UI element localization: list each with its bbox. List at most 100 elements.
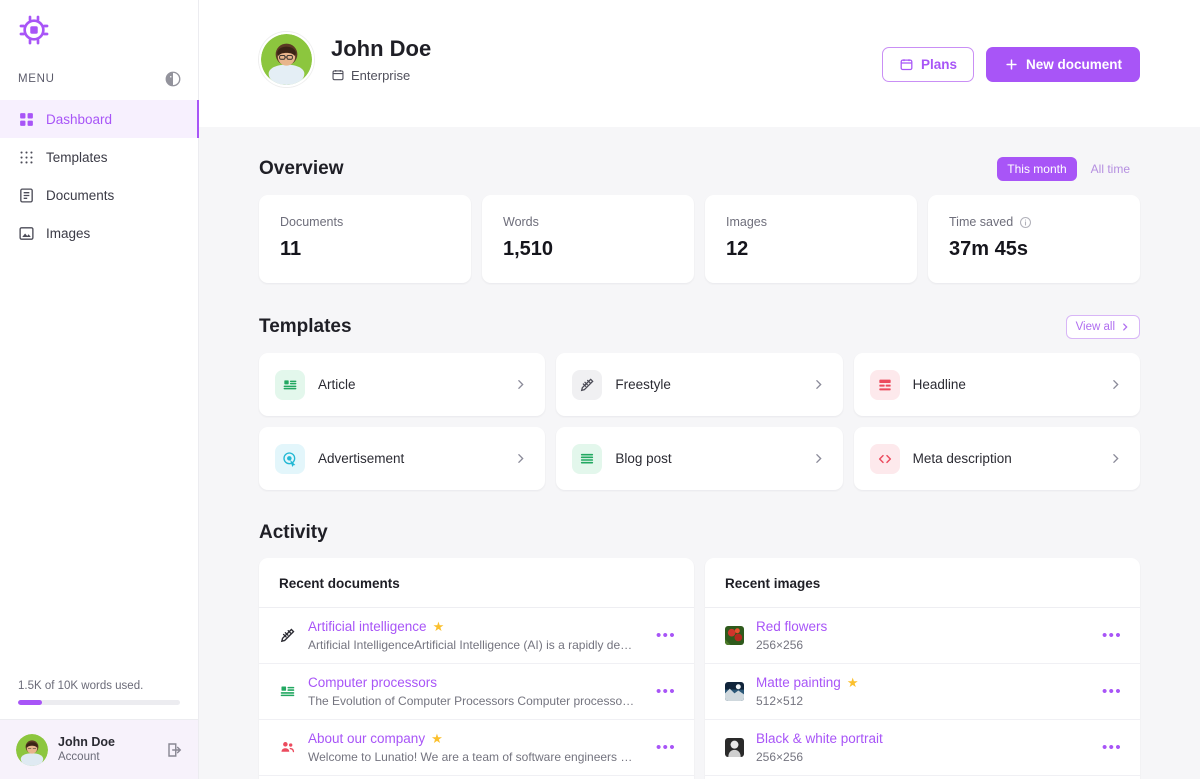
- stat-label: Images: [726, 215, 896, 229]
- stat-card-words: Words 1,510: [482, 195, 694, 283]
- list-item[interactable]: Artificial intelligence ★ Artificial Int…: [259, 608, 694, 664]
- range-all-time[interactable]: All time: [1081, 157, 1140, 181]
- activity-title: Activity: [259, 522, 328, 543]
- overview-range-toggle: This month All time: [997, 157, 1140, 181]
- image-icon: [19, 226, 34, 240]
- contrast-theme-icon[interactable]: [164, 70, 182, 88]
- plans-button-label: Plans: [920, 57, 957, 72]
- panel-title: Recent documents: [259, 558, 694, 608]
- list-item-body: Computer processors The Evolution of Com…: [308, 675, 638, 708]
- view-all-label: View all: [1075, 321, 1115, 333]
- list-item[interactable]: Black & white portrait 256×256 •••: [705, 720, 1140, 776]
- logo-container[interactable]: [0, 0, 198, 60]
- list-item-title-row: Black & white portrait: [756, 731, 1084, 746]
- sidebar-item-documents[interactable]: Documents: [0, 176, 198, 214]
- more-dots-icon[interactable]: •••: [1096, 684, 1122, 699]
- stat-value: 11: [280, 238, 302, 260]
- chevron-right-icon: [518, 380, 524, 389]
- template-icon-wrap: [275, 369, 305, 400]
- sidebar-item-templates[interactable]: Templates: [0, 138, 198, 176]
- plans-button[interactable]: Plans: [881, 47, 974, 82]
- chevron-right-icon: [815, 454, 822, 463]
- list-item-title: Artificial intelligence: [308, 619, 427, 634]
- logout-icon[interactable]: [166, 741, 184, 759]
- document-icon: [20, 187, 33, 203]
- account-text: John Doe Account: [58, 735, 156, 765]
- bw-portrait-thumb: [725, 738, 744, 757]
- info-icon[interactable]: [1019, 216, 1032, 229]
- list-item-body: Red flowers 256×256: [756, 619, 1084, 652]
- chevron-right-icon: [1113, 454, 1119, 463]
- thumbnail-image: [725, 682, 744, 701]
- word-usage-bar: [18, 700, 180, 705]
- app-root: MENU Dashboard Templates Documents Image…: [0, 0, 1200, 779]
- page-title: John Doe: [331, 36, 432, 62]
- template-icon-wrap: [275, 443, 305, 474]
- sidebar-item-images[interactable]: Images: [0, 214, 198, 252]
- new-document-button[interactable]: New document: [985, 47, 1140, 82]
- template-label: Advertisement: [318, 451, 405, 466]
- list-item[interactable]: Red flowers 256×256 •••: [705, 608, 1140, 664]
- lines-icon: [581, 453, 594, 463]
- list-item-body: Artificial intelligence ★ Artificial Int…: [308, 619, 638, 652]
- list-item-subtitle: Artificial IntelligenceArtificial Intell…: [308, 638, 633, 652]
- sidebar-item-label: Images: [46, 225, 91, 241]
- code-icon: [878, 454, 891, 463]
- star-icon: ★: [846, 675, 859, 690]
- account-row[interactable]: John Doe Account: [0, 719, 198, 779]
- view-all-templates-button[interactable]: View all: [1065, 315, 1140, 339]
- list-item[interactable]: Matte painting ★ 512×512 •••: [705, 664, 1140, 720]
- article-icon: [280, 686, 295, 697]
- article-icon: [283, 379, 297, 389]
- matte-painting-thumb: [725, 682, 744, 701]
- word-usage-text: 1.5K of 10K words used.: [18, 680, 144, 692]
- stat-label: Words: [503, 215, 673, 229]
- list-item-subtitle: The Evolution of Computer Processors Com…: [308, 694, 639, 708]
- sidebar-item-label: Templates: [46, 149, 108, 165]
- plan-name: Enterprise: [351, 67, 411, 83]
- activity-header: Activity: [259, 522, 1140, 544]
- cpu-chip-icon: [19, 15, 49, 45]
- template-card-article[interactable]: Article: [259, 353, 546, 416]
- list-item[interactable]: About our company ★ Welcome to Lunatio! …: [259, 720, 694, 776]
- profile-text: John Doe Enterprise: [331, 36, 431, 82]
- panel-title: Recent images: [705, 558, 1140, 608]
- template-card-advertisement[interactable]: Advertisement: [259, 427, 546, 490]
- list-item-title-row: Computer processors: [308, 675, 638, 690]
- more-dots-icon[interactable]: •••: [1096, 740, 1122, 755]
- list-item-title: Black & white portrait: [756, 731, 883, 746]
- template-card-meta-description[interactable]: Meta description: [853, 427, 1140, 490]
- more-dots-icon[interactable]: •••: [650, 628, 676, 643]
- range-this-month[interactable]: This month: [997, 157, 1077, 181]
- more-dots-icon[interactable]: •••: [1096, 628, 1122, 643]
- stat-label: Documents: [280, 215, 450, 229]
- stat-card-time-saved: Time saved 37m 45s: [928, 195, 1140, 283]
- people-icon: [281, 742, 295, 753]
- stat-label-text: Images: [726, 215, 767, 229]
- sidebar-item-dashboard[interactable]: Dashboard: [0, 100, 199, 138]
- more-dots-icon[interactable]: •••: [650, 684, 676, 699]
- template-card-freestyle[interactable]: Freestyle: [556, 353, 843, 416]
- list-item-subtitle: 512×512: [756, 694, 804, 708]
- list-item-title-row: Red flowers: [756, 619, 1084, 634]
- template-card-headline[interactable]: Headline: [853, 353, 1140, 416]
- list-item-subtitle: 256×256: [756, 638, 804, 652]
- freestyle-icon: [581, 377, 594, 391]
- list-item[interactable]: Computer processors The Evolution of Com…: [259, 664, 694, 720]
- list-item-subtitle: Welcome to Lunatio! We are a team of sof…: [308, 750, 639, 764]
- menu-label: MENU: [18, 73, 55, 85]
- word-usage-fill: [18, 700, 43, 705]
- plan-label: Enterprise: [331, 68, 431, 83]
- grid-dashboard-icon: [20, 112, 33, 126]
- list-item-title-row: Matte painting ★: [756, 675, 1084, 690]
- stat-card-documents: Documents 11: [259, 195, 471, 283]
- template-card-blog-post[interactable]: Blog post: [556, 427, 843, 490]
- list-item-body: About our company ★ Welcome to Lunatio! …: [308, 731, 638, 764]
- stat-label-text: Words: [503, 215, 539, 229]
- sidebar: MENU Dashboard Templates Documents Image…: [0, 0, 199, 779]
- more-dots-icon[interactable]: •••: [650, 740, 676, 755]
- recent-documents-panel: Recent documents Artificial intelligence…: [259, 558, 694, 779]
- list-item-title: Matte painting: [756, 675, 841, 690]
- avatar: [259, 32, 314, 87]
